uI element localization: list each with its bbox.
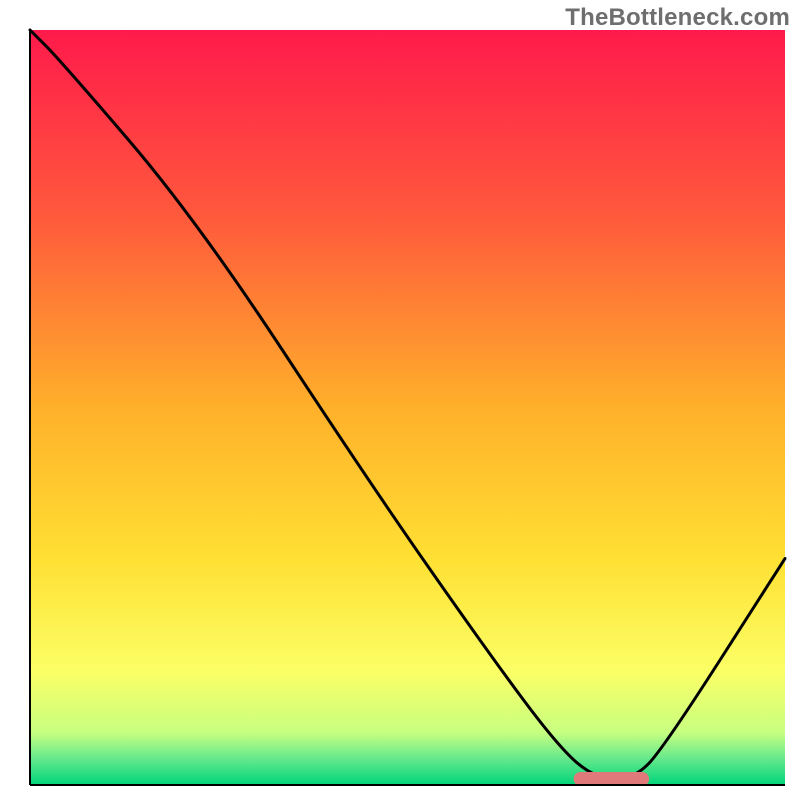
bottleneck-chart: TheBottleneck.com	[0, 0, 800, 800]
watermark-text: TheBottleneck.com	[565, 4, 790, 32]
optimal-range-marker	[574, 772, 650, 786]
chart-background-gradient	[30, 30, 785, 785]
chart-plot-area	[0, 0, 800, 800]
